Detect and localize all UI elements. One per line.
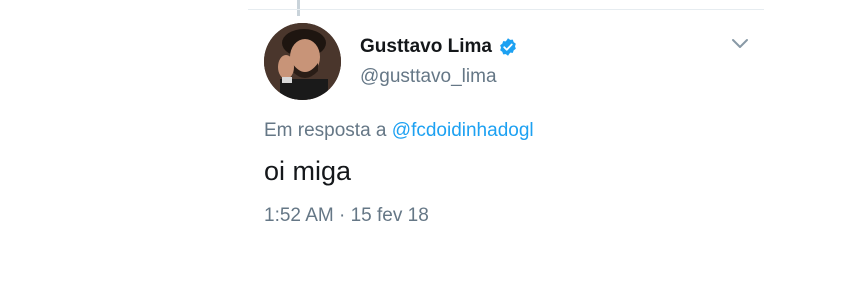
verified-badge-icon <box>498 37 518 57</box>
tweet-text: oi miga <box>264 156 352 186</box>
thread-connector-line <box>297 0 300 16</box>
top-divider <box>248 9 764 10</box>
display-name-text[interactable]: Gusttavo Lima <box>360 36 492 58</box>
chevron-down-icon[interactable] <box>731 37 749 51</box>
reply-prefix: Em resposta a <box>264 120 387 141</box>
tweet-timestamp[interactable]: 1:52 AM · 15 fev 18 <box>264 205 429 227</box>
avatar[interactable] <box>264 23 341 100</box>
display-name[interactable]: Gusttavo Lima <box>360 36 518 58</box>
avatar-photo <box>264 23 341 100</box>
reply-mention-link[interactable]: @fcdoidinhadogl <box>392 120 534 141</box>
reply-context: Em resposta a @fcdoidinhadogl <box>264 120 534 142</box>
user-handle[interactable]: @gusttavo_lima <box>360 66 497 88</box>
